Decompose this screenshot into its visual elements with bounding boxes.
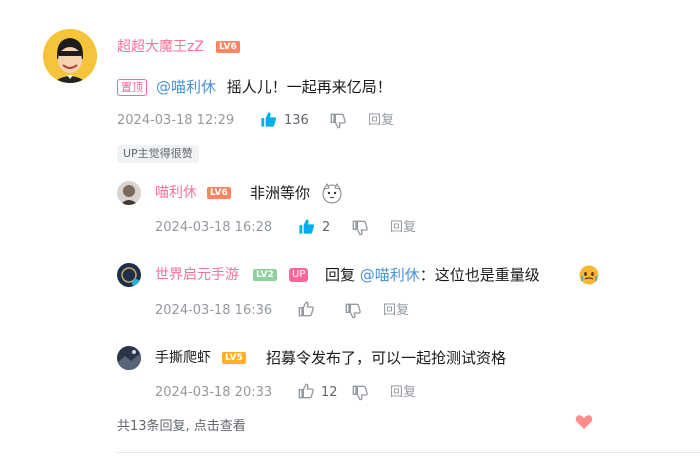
reply-timestamp: 2024-03-18 20:33 — [155, 385, 273, 400]
teary-face-emoji-icon — [578, 264, 600, 286]
reply-avatar[interactable] — [117, 346, 141, 370]
reply-timestamp: 2024-03-18 16:36 — [155, 303, 273, 318]
reply-level-badge: LV2 — [253, 269, 277, 281]
reply-reply-button[interactable]: 回复 — [390, 384, 416, 402]
main-comment-level-badge: LV6 — [216, 41, 240, 53]
main-comment-content: @喵利休 摇人儿！一起再来亿局！ — [156, 77, 392, 97]
divider — [117, 452, 700, 453]
reply-username[interactable]: 喵利休 — [155, 184, 197, 202]
reply-like-count: 12 — [321, 385, 338, 400]
up-tag-badge: UP — [289, 268, 309, 282]
thumbs-down-icon[interactable] — [345, 303, 361, 319]
reply-mention[interactable]: @喵利休 — [360, 266, 420, 284]
reply-username[interactable]: 世界启元手游 — [155, 266, 239, 284]
reply-reply-button[interactable]: 回复 — [383, 302, 409, 320]
main-comment-timestamp: 2024-03-18 12:29 — [117, 113, 235, 128]
reply-content: 非洲等你 — [250, 183, 310, 203]
main-comment-text: 摇人儿！一起再来亿局！ — [226, 78, 392, 96]
reply-text: 非洲等你 — [250, 184, 311, 202]
main-comment-like-count: 136 — [284, 113, 309, 128]
thumbs-down-icon[interactable] — [352, 220, 368, 236]
reply-content: 回复 @喵利休：这位也是重量级 — [325, 265, 540, 285]
reply-timestamp: 2024-03-18 16:28 — [155, 220, 273, 235]
thumbs-up-icon[interactable] — [260, 111, 277, 128]
cat-emoji-icon — [321, 182, 343, 204]
reply-avatar[interactable] — [117, 263, 141, 287]
thumbs-up-icon[interactable] — [298, 383, 314, 399]
reply-content: 招募令发布了，可以一起抢测试资格 — [266, 348, 506, 368]
reply-text: ：这位也是重量级 — [419, 266, 540, 284]
reply-like-count: 2 — [322, 220, 331, 235]
pinned-badge: 置顶 — [117, 79, 147, 96]
thumbs-down-icon[interactable] — [330, 113, 346, 129]
main-comment-reply-button[interactable]: 回复 — [368, 112, 394, 130]
reply-prefix: 回复 — [325, 266, 360, 284]
reply-avatar[interactable] — [117, 181, 141, 205]
reply-username[interactable]: 手撕爬虾 — [155, 349, 211, 367]
heart-icon — [575, 414, 593, 430]
reply-level-badge: LV6 — [207, 187, 231, 199]
main-comment-avatar[interactable] — [43, 29, 97, 83]
reply-text: 招募令发布了，可以一起抢测试资格 — [266, 349, 507, 367]
view-more-replies-link[interactable]: 共13条回复, 点击查看 — [117, 418, 246, 436]
main-comment-mention[interactable]: @喵利休 — [156, 78, 216, 96]
thumbs-down-icon[interactable] — [352, 385, 368, 401]
reply-level-badge: LV5 — [222, 352, 246, 364]
thumbs-up-icon[interactable] — [298, 301, 314, 317]
reply-reply-button[interactable]: 回复 — [390, 219, 416, 237]
up-liked-badge: UP主觉得很赞 — [117, 145, 199, 163]
thumbs-up-icon[interactable] — [298, 218, 315, 235]
main-comment-username[interactable]: 超超大魔王zZ — [117, 38, 204, 56]
